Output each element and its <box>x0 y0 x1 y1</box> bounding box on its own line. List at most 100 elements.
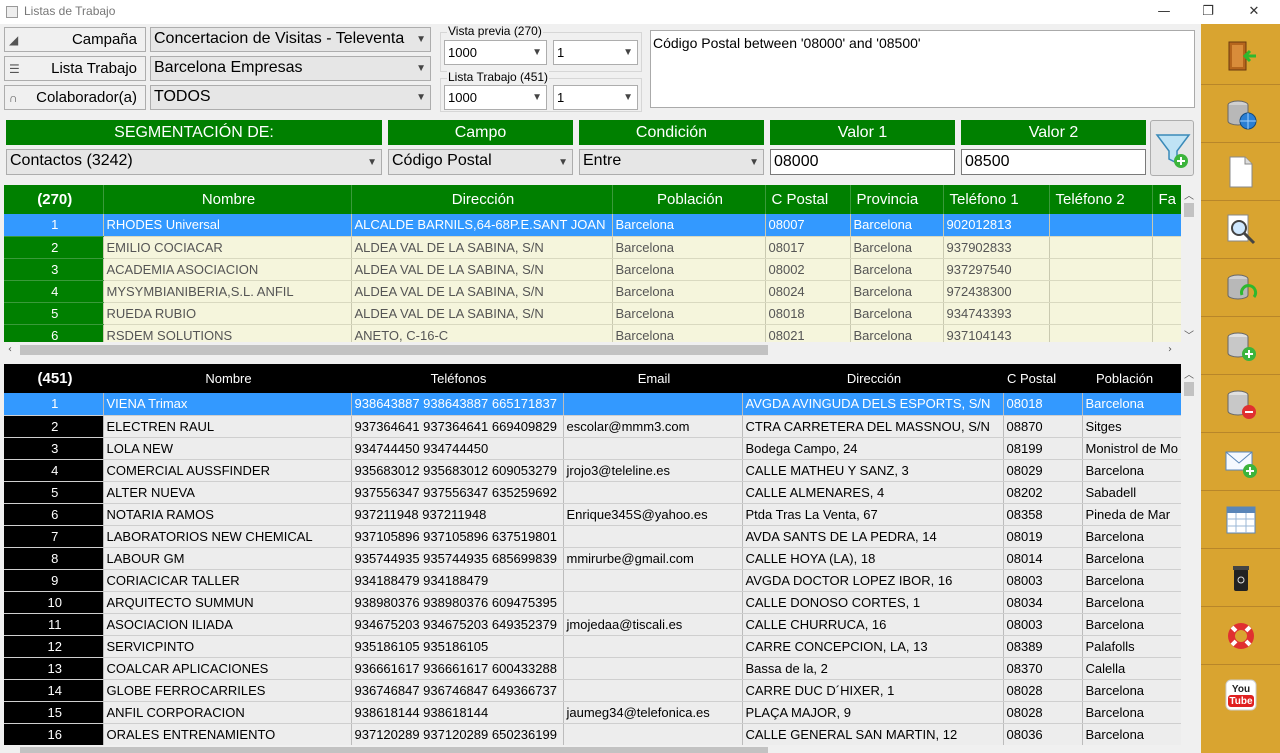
table-cell[interactable] <box>1049 236 1153 259</box>
table-cell[interactable]: 08202 <box>1003 481 1083 504</box>
segmentation-select[interactable]: Contactos (3242) ▼ <box>6 149 382 175</box>
table-cell[interactable]: ASOCIACION ILIADA <box>103 613 352 636</box>
table-cell[interactable]: Barcelona <box>850 280 944 303</box>
table-cell[interactable]: LABOUR GM <box>103 547 352 570</box>
table-cell[interactable]: Palafolls <box>1082 635 1181 658</box>
table-cell[interactable]: 934743393 <box>943 302 1050 325</box>
table-cell[interactable] <box>1049 302 1153 325</box>
worklist-page-select[interactable]: 1 ▼ <box>553 85 638 110</box>
recycle-button[interactable] <box>1201 550 1280 607</box>
table-row[interactable]: 6 NOTARIA RAMOS 937211948 937211948 Enrique… <box>4 503 1181 526</box>
table-cell[interactable] <box>563 635 743 658</box>
table-cell[interactable]: CARRE DUC D´HIXER, 1 <box>742 679 1004 702</box>
table-cell[interactable]: CTRA CARRETERA DEL MASSNOU, S/N <box>742 415 1004 438</box>
search-button[interactable] <box>1201 202 1280 259</box>
new-document-button[interactable] <box>1201 144 1280 201</box>
table-cell[interactable]: Barcelona <box>1082 701 1181 724</box>
table-cell[interactable]: 938643887 938643887 665171837 <box>351 393 564 416</box>
table-cell[interactable] <box>563 569 743 592</box>
table-cell[interactable]: Barcelona <box>612 324 766 342</box>
worklist-button[interactable]: ☰ Lista Trabajo <box>4 56 146 81</box>
table-cell[interactable]: Barcelona <box>612 214 766 237</box>
table-cell[interactable]: ALDEA VAL DE LA SABINA, S/N <box>351 258 613 281</box>
row-number[interactable]: 9 <box>4 569 104 592</box>
table-cell[interactable] <box>1049 258 1153 281</box>
table-cell[interactable]: 08036 <box>1003 723 1083 745</box>
table-cell[interactable]: 08014 <box>1003 547 1083 570</box>
column-header[interactable]: C Postal <box>1003 364 1082 393</box>
table-row[interactable]: 9 CORIACICAR TALLER 934188479 934188479 AVG… <box>4 569 1181 592</box>
table-cell[interactable]: Barcelona <box>1082 459 1181 482</box>
table-cell[interactable] <box>1049 324 1153 342</box>
table-cell[interactable] <box>563 525 743 548</box>
table-cell[interactable]: Bassa de la, 2 <box>742 657 1004 680</box>
table-row[interactable]: 6 RSDEM SOLUTIONS ANETO, C-16-C Barcelona 08… <box>4 324 1181 342</box>
table-cell[interactable]: 08003 <box>1003 569 1083 592</box>
table-cell[interactable]: ACADEMIA ASOCIACION <box>103 258 352 281</box>
value2-input[interactable]: 08500 <box>961 149 1146 175</box>
table-row[interactable]: 8 LABOUR GM 935744935 935744935 685699839 m… <box>4 547 1181 570</box>
email-add-button[interactable] <box>1201 434 1280 491</box>
campaign-button[interactable]: ◢ Campaña <box>4 27 146 52</box>
table-cell[interactable]: 08358 <box>1003 503 1083 526</box>
table-cell[interactable]: 08028 <box>1003 701 1083 724</box>
table-cell[interactable]: Barcelona <box>612 280 766 303</box>
table-cell[interactable]: 902012813 <box>943 214 1050 237</box>
table-cell[interactable]: Barcelona <box>1082 393 1181 416</box>
table-cell[interactable]: SERVICPINTO <box>103 635 352 658</box>
table-cell[interactable]: 937105896 937105896 637519801 <box>351 525 564 548</box>
column-header[interactable]: Teléfono 1 <box>943 185 1050 214</box>
table-cell[interactable]: LOLA NEW <box>103 437 352 460</box>
table-cell[interactable]: ORALES ENTRENAMIENTO <box>103 723 352 745</box>
table-cell[interactable]: 934188479 934188479 <box>351 569 564 592</box>
table-cell[interactable] <box>1049 280 1153 303</box>
row-number[interactable]: 13 <box>4 657 104 680</box>
table-cell[interactable]: jrojo3@teleline.es <box>563 459 743 482</box>
table-cell[interactable]: CARRE CONCEPCION, LA, 13 <box>742 635 1004 658</box>
collaborator-button[interactable]: ∩ Colaborador(a) <box>4 85 146 110</box>
table-cell[interactable]: 935744935 935744935 685699839 <box>351 547 564 570</box>
table-cell[interactable]: Barcelona <box>1082 591 1181 614</box>
add-filter-button[interactable] <box>1150 120 1194 176</box>
table-cell[interactable]: Barcelona <box>1082 723 1181 745</box>
worklist-horizontal-scrollbar[interactable] <box>4 745 1181 753</box>
table-cell[interactable] <box>563 657 743 680</box>
table-cell[interactable]: ALDEA VAL DE LA SABINA, S/N <box>351 236 613 259</box>
table-cell[interactable]: Barcelona <box>1082 547 1181 570</box>
table-row[interactable]: 11 ASOCIACION ILIADA 934675203 934675203 6… <box>4 613 1181 636</box>
row-number[interactable]: 10 <box>4 591 104 614</box>
table-row[interactable]: 1 RHODES Universal ALCALDE BARNILS,64-68P.… <box>4 214 1181 237</box>
table-row[interactable]: 15 ANFIL CORPORACION 938618144 938618144 ja… <box>4 701 1181 724</box>
table-cell[interactable]: ALCALDE BARNILS,64-68P.E.SANT JOAN <box>351 214 613 237</box>
table-cell[interactable]: COALCAR APLICACIONES <box>103 657 352 680</box>
row-number[interactable]: 2 <box>4 415 104 438</box>
close-button[interactable]: ✕ <box>1244 2 1264 22</box>
table-cell[interactable]: Ptda Tras La Venta, 67 <box>742 503 1004 526</box>
row-number[interactable]: 4 <box>4 280 104 303</box>
youtube-button[interactable]: You Tube <box>1201 666 1280 723</box>
table-cell[interactable]: AVDA SANTS DE LA PEDRA, 14 <box>742 525 1004 548</box>
table-cell[interactable]: CALLE MATHEU Y SANZ, 3 <box>742 459 1004 482</box>
column-header[interactable]: Teléfonos <box>351 364 563 393</box>
table-cell[interactable]: ARQUITECTO SUMMUN <box>103 591 352 614</box>
scroll-right-icon[interactable]: › <box>1168 344 1172 355</box>
table-cell[interactable]: 08018 <box>765 302 851 325</box>
table-cell[interactable]: Barcelona <box>1082 613 1181 636</box>
table-cell[interactable]: 938980376 938980376 609475395 <box>351 591 564 614</box>
column-header[interactable]: Dirección <box>742 364 1003 393</box>
table-cell[interactable]: RUEDA RUBIO <box>103 302 352 325</box>
table-cell[interactable] <box>1152 280 1181 303</box>
table-cell[interactable]: 972438300 <box>943 280 1050 303</box>
table-cell[interactable]: jmojedaa@tiscali.es <box>563 613 743 636</box>
column-header[interactable]: C Postal <box>765 185 851 214</box>
row-number[interactable]: 1 <box>4 214 104 237</box>
row-number[interactable]: 15 <box>4 701 104 724</box>
column-header[interactable]: Nombre <box>103 364 351 393</box>
table-cell[interactable]: 08370 <box>1003 657 1083 680</box>
table-row[interactable]: 5 ALTER NUEVA 937556347 937556347 63525969… <box>4 481 1181 504</box>
table-cell[interactable]: VIENA Trimax <box>103 393 352 416</box>
table-cell[interactable]: Barcelona <box>850 214 944 237</box>
column-header[interactable]: Población <box>1082 364 1181 393</box>
table-cell[interactable] <box>1152 258 1181 281</box>
table-row[interactable]: 12 SERVICPINTO 935186105 935186105 CARRE CO… <box>4 635 1181 658</box>
